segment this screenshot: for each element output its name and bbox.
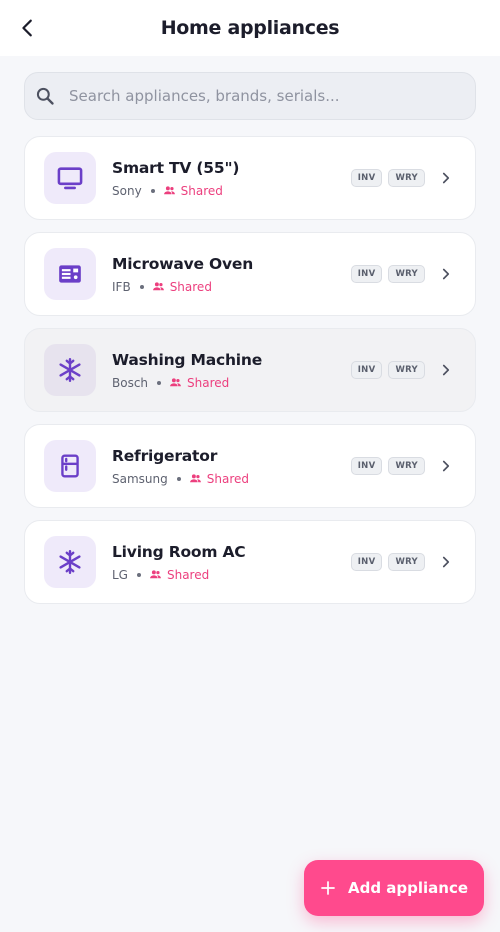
shared-indicator: Shared [169,376,229,390]
shared-indicator: Shared [163,184,223,198]
inventory-badge: INV [350,553,383,571]
appliance-brand: Sony [112,183,142,198]
snowflake-icon [59,357,81,383]
chevron-right-icon [437,457,455,475]
inventory-badge: INV [350,457,383,475]
add-appliance-button[interactable]: Add appliance [304,860,484,916]
microwave-icon [59,265,81,283]
separator-dot [176,476,181,481]
appliance-icon-box [44,536,96,588]
appliance-name: Microwave Oven [112,254,254,273]
appliance-brand: LG [112,567,128,582]
appliance-icon-box [44,344,96,396]
shared-label: Shared [180,183,223,198]
page-title: Home appliances [160,17,340,39]
fridge-icon [61,454,79,478]
chevron-right-icon [437,169,455,187]
appliance-card-microwave[interactable]: Microwave Oven IFB Shared INV WRY [24,232,476,316]
separator-dot [157,380,162,385]
appliance-card-washing-machine[interactable]: Washing Machine Bosch Shared INV WRY [24,328,476,412]
warranty-badge: WRY [388,169,425,187]
shared-indicator: Shared [152,280,212,294]
appliance-list: Smart TV (55") Sony Shared INV WRY Micro… [24,136,476,616]
app-header: Home appliances [0,0,500,56]
shared-indicator: Shared [149,568,209,582]
warranty-badge: WRY [388,265,425,283]
appliance-card-refrigerator[interactable]: Refrigerator Samsung Shared INV WRY [24,424,476,508]
people-icon [163,186,175,195]
appliance-icon-box [44,248,96,300]
plus-icon [321,881,335,895]
search-input[interactable] [69,87,475,105]
search-bar[interactable] [24,72,476,120]
appliance-card-smart-tv[interactable]: Smart TV (55") Sony Shared INV WRY [24,136,476,220]
people-icon [152,282,164,291]
shared-label: Shared [166,567,210,582]
appliance-icon-box [44,152,96,204]
shared-label: Shared [169,279,212,294]
add-appliance-label: Add appliance [347,879,469,897]
appliance-name: Washing Machine [112,350,263,369]
appliance-name: Smart TV (55") [112,158,240,177]
people-icon [170,378,181,387]
appliance-brand: Samsung [112,471,168,486]
tv-icon [57,167,83,190]
warranty-badge: WRY [388,457,425,475]
inventory-badge: INV [350,265,383,283]
warranty-badge: WRY [388,553,425,571]
appliance-brand: IFB [112,279,131,294]
separator-dot [139,284,144,289]
appliance-name: Refrigerator [112,446,218,465]
appliance-icon-box [44,440,96,492]
shared-indicator: Shared [189,472,249,486]
appliance-card-living-room-ac[interactable]: Living Room AC LG Shared INV WRY [24,520,476,604]
appliance-name: Living Room AC [112,542,246,561]
warranty-badge: WRY [388,361,425,379]
search-icon [35,86,55,106]
chevron-right-icon [437,553,455,571]
separator-dot [136,572,141,577]
people-icon [189,474,201,483]
chevron-right-icon [437,265,455,283]
people-icon [150,570,161,579]
back-button[interactable] [14,14,42,42]
arrow-back-icon [22,19,32,37]
shared-label: Shared [206,471,249,486]
inventory-badge: INV [350,361,383,379]
snowflake-icon [59,549,81,575]
appliance-brand: Bosch [112,375,149,390]
separator-dot [150,188,155,193]
inventory-badge: INV [350,169,383,187]
shared-label: Shared [187,375,230,390]
chevron-right-icon [437,361,455,379]
